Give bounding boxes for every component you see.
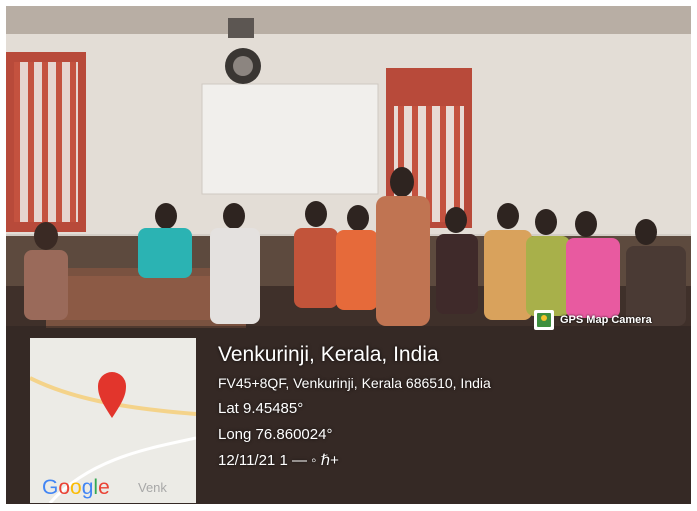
latitude: Lat 9.45485° [218, 400, 304, 417]
google-logo-letter: o [70, 476, 82, 499]
location-title: Venkurinji, Kerala, India [218, 343, 439, 366]
map-pin-icon [98, 372, 126, 418]
google-logo-text: Google [42, 476, 110, 499]
whiteboard [201, 83, 379, 195]
google-logo: Google [42, 476, 110, 500]
left-window [6, 52, 86, 232]
longitude: Long 76.860024° [218, 426, 333, 443]
google-logo-letter: o [58, 476, 71, 499]
datetime: 12/11/21 1 — ◦ ℏ+ [218, 452, 339, 469]
map-thumbnail[interactable]: Google Venk [30, 338, 196, 503]
photo: Google Venk GPS Map Camera Venkurinji, K… [6, 6, 691, 504]
google-logo-letter: g [81, 476, 94, 499]
location-info: Venkurinji, Kerala, India FV45+8QF, Venk… [218, 344, 491, 468]
location-address: FV45+8QF, Venkurinji, Kerala 686510, Ind… [218, 375, 491, 391]
map-place-label: Venk [138, 480, 167, 495]
google-logo-letter: G [42, 476, 59, 499]
gps-badge-label: GPS Map Camera [560, 314, 652, 326]
google-logo-letter: e [98, 476, 110, 499]
gps-map-camera-icon [534, 310, 554, 330]
gps-badge: GPS Map Camera [534, 310, 652, 330]
